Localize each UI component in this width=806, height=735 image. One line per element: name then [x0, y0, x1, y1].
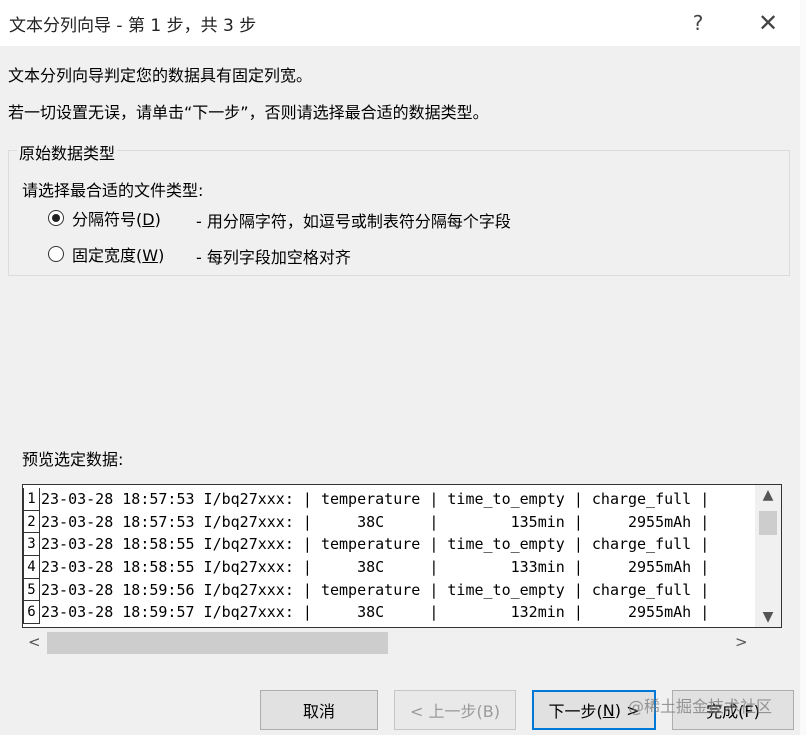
scroll-left-icon[interactable]: < — [28, 633, 41, 651]
row-number: 3 — [23, 533, 40, 557]
row-number: 2 — [23, 510, 40, 534]
vertical-scrollbar[interactable]: ▲ ▼ — [755, 485, 781, 627]
preview-rows: 1 23-03-28 18:57:53 I/bq27xxx: | temperat… — [23, 488, 755, 625]
back-button[interactable]: < 上一步(B) — [394, 690, 516, 730]
row-number: 6 — [23, 601, 40, 625]
radio-delimited-label[interactable]: 分隔符号(D) — [72, 206, 161, 230]
radio-circle-icon[interactable] — [48, 210, 64, 226]
dialog-title: 文本分列向导 - 第 1 步，共 3 步 — [9, 16, 257, 36]
row-text: 23-03-28 18:57:53 I/bq27xxx: | 38C | 135… — [41, 512, 710, 531]
scroll-up-icon[interactable]: ▲ — [755, 487, 781, 503]
window-edge — [800, 0, 806, 735]
row-text: 23-03-28 18:58:55 I/bq27xxx: | 38C | 133… — [41, 558, 710, 577]
row-text: 23-03-28 18:57:53 I/bq27xxx: | temperatu… — [41, 490, 710, 508]
file-type-prompt: 请选择最合适的文件类型: — [22, 181, 204, 200]
row-text: 23-03-28 18:59:57 I/bq27xxx: | 38C | 132… — [41, 603, 710, 622]
preview-row: 3 23-03-28 18:58:55 I/bq27xxx: | temperat… — [23, 533, 755, 557]
scroll-down-icon[interactable]: ▼ — [755, 609, 781, 625]
horizontal-scroll-thumb[interactable] — [47, 632, 388, 654]
preview-row: 4 23-03-28 18:58:55 I/bq27xxx: | 38C | 13… — [23, 556, 755, 579]
scroll-right-icon[interactable]: > — [735, 633, 748, 651]
radio-delimited-desc: - 用分隔字符，如逗号或制表符分隔每个字段 — [196, 212, 511, 231]
row-text: 23-03-28 18:59:56 I/bq27xxx: | temperatu… — [41, 580, 710, 599]
preview-label: 预览选定数据: — [22, 450, 124, 469]
row-number: 1 — [23, 488, 40, 511]
preview-row: 6 23-03-28 18:59:57 I/bq27xxx: | 38C | 13… — [23, 601, 755, 625]
radio-fixed-width-label[interactable]: 固定宽度(W) — [72, 242, 164, 266]
data-preview[interactable]: 1 23-03-28 18:57:53 I/bq27xxx: | temperat… — [22, 484, 782, 628]
horizontal-scrollbar[interactable]: < > — [22, 630, 760, 656]
preview-row: 2 23-03-28 18:57:53 I/bq27xxx: | 38C | 13… — [23, 510, 755, 534]
radio-fixed-width[interactable]: 固定宽度(W) — [48, 243, 164, 265]
group-title: 原始数据类型 — [17, 140, 118, 164]
vertical-scroll-thumb[interactable] — [759, 511, 777, 535]
finish-button[interactable]: 完成(F) — [672, 690, 794, 730]
intro-text-1: 文本分列向导判定您的数据具有固定列宽。 — [8, 66, 313, 85]
help-button[interactable]: ? — [676, 6, 720, 40]
preview-row: 5 23-03-28 18:59:56 I/bq27xxx: | temperat… — [23, 578, 755, 602]
row-text: 23-03-28 18:58:55 I/bq27xxx: | temperatu… — [41, 535, 710, 554]
radio-selected-dot — [52, 214, 60, 222]
close-button[interactable]: ✕ — [746, 6, 790, 40]
next-button[interactable]: 下一步(N) > — [532, 690, 656, 730]
cancel-button[interactable]: 取消 — [260, 690, 378, 730]
radio-fixed-width-desc: - 每列字段加空格对齐 — [196, 248, 351, 267]
preview-row: 1 23-03-28 18:57:53 I/bq27xxx: | temperat… — [23, 488, 755, 511]
radio-circle-icon[interactable] — [48, 246, 64, 262]
intro-text-2: 若一切设置无误，请单击“下一步”，否则请选择最合适的数据类型。 — [8, 103, 489, 122]
radio-delimited[interactable]: 分隔符号(D) — [48, 207, 161, 229]
row-number: 4 — [23, 556, 40, 579]
row-number: 5 — [23, 578, 40, 602]
title-bar: 文本分列向导 - 第 1 步，共 3 步 ? ✕ — [0, 0, 806, 46]
